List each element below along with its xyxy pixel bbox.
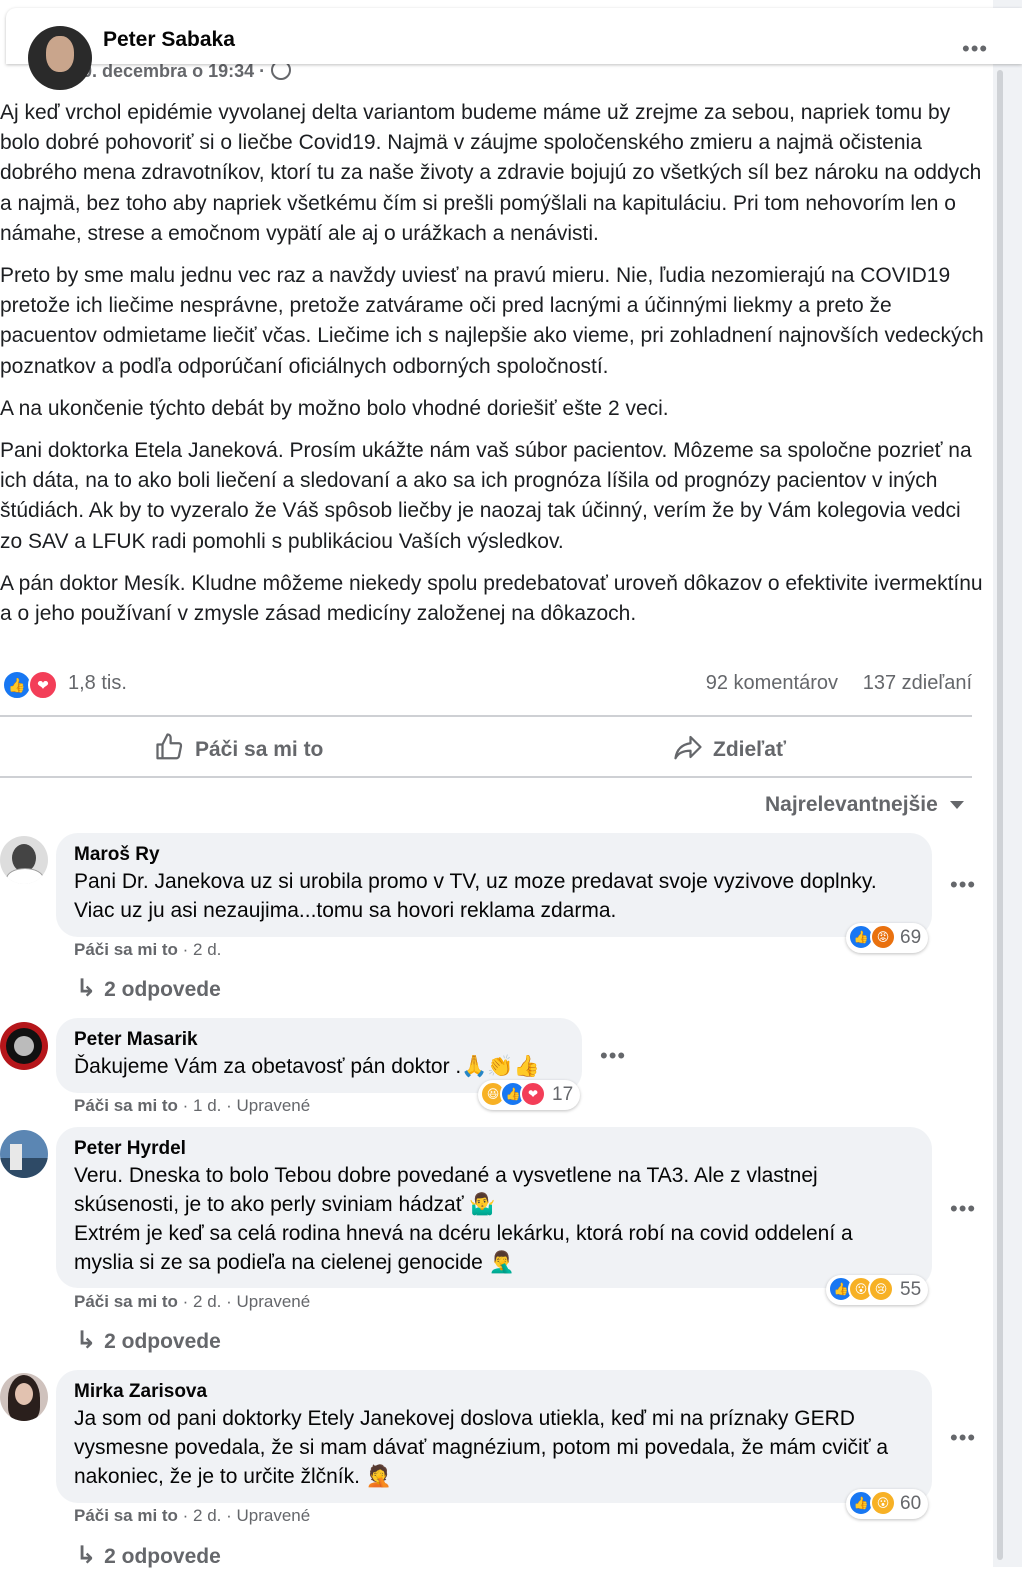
avatar-badge-center bbox=[14, 1036, 34, 1056]
comment-avatar[interactable] bbox=[0, 1022, 48, 1070]
haha-glyph: 😆 bbox=[486, 1087, 500, 1101]
comment-bubble: Maroš Ry Pani Dr. Janekova uz si urobila… bbox=[56, 833, 932, 937]
comment-author[interactable]: Peter Masarik bbox=[74, 1028, 564, 1052]
thumbs-up-icon bbox=[156, 733, 183, 760]
comments-count[interactable]: 92 komentárov bbox=[706, 672, 838, 695]
love-glyph: ❤ bbox=[527, 1087, 539, 1101]
comment-avatar[interactable] bbox=[0, 836, 48, 884]
like-button[interactable]: Páči sa mi to bbox=[155, 732, 323, 762]
view-replies-link[interactable]: ↳ 2 odpovede bbox=[76, 1326, 221, 1355]
like-glyph: 👍 bbox=[8, 677, 26, 693]
comment-meta: Páči sa mi to · 2 d. · Upravené bbox=[74, 1292, 310, 1312]
avatar-figure-body bbox=[6, 868, 44, 884]
comment-more-icon[interactable]: ••• bbox=[950, 1425, 976, 1451]
replies-label: 2 odpovede bbox=[104, 1545, 221, 1568]
sad-reaction-icon: 😢 bbox=[868, 1276, 894, 1302]
post-paragraph: Aj keď vrchol epidémie vyvolanej delta v… bbox=[0, 101, 982, 245]
post-body: Aj keď vrchol epidémie vyvolanej delta v… bbox=[0, 98, 985, 641]
reaction-count: 69 bbox=[900, 927, 922, 948]
chevron-down-icon bbox=[949, 801, 964, 809]
like-glyph: 👍 bbox=[505, 1087, 521, 1101]
comment-text: Ja som od pani doktorky Etely Janekovej … bbox=[74, 1407, 889, 1488]
comment-like-link[interactable]: Páči sa mi to bbox=[74, 1096, 178, 1115]
comment-avatar[interactable] bbox=[0, 1130, 48, 1178]
more-options-icon[interactable]: ••• bbox=[962, 36, 988, 62]
comment-meta: Páči sa mi to · 1 d. · Upravené bbox=[74, 1096, 310, 1116]
comment-meta-text: · 1 d. · Upravené bbox=[177, 1096, 311, 1115]
author-name[interactable]: Peter Sabaka bbox=[103, 28, 235, 52]
comment-reactions[interactable]: 👍 😮 60 bbox=[846, 1489, 928, 1519]
wow-glyph: 😮 bbox=[876, 1496, 890, 1510]
timestamp-text[interactable]: 10. decembra o 19:34 · bbox=[72, 61, 265, 81]
comment-more-icon[interactable]: ••• bbox=[950, 872, 976, 898]
view-replies-link[interactable]: ↳ 2 odpovede bbox=[76, 1541, 221, 1570]
sad-glyph: 😢 bbox=[874, 1282, 888, 1296]
comment-more-icon[interactable]: ••• bbox=[600, 1043, 626, 1069]
comment-bubble: Peter Hyrdel Veru. Dneska to bolo Tebou … bbox=[56, 1127, 932, 1288]
like-glyph: 👍 bbox=[833, 1282, 849, 1296]
avatar-figure bbox=[10, 1144, 22, 1170]
reply-arrow-icon: ↳ bbox=[76, 1327, 97, 1354]
view-replies-link[interactable]: ↳ 2 odpovede bbox=[76, 974, 221, 1003]
comment-meta-text: · 2 d. bbox=[177, 940, 222, 959]
scrollbar[interactable] bbox=[997, 70, 1003, 1560]
reactions-count[interactable]: 1,8 tis. bbox=[68, 672, 127, 695]
comment-more-icon[interactable]: ••• bbox=[950, 1196, 976, 1222]
reaction-count: 17 bbox=[552, 1084, 574, 1105]
comment-meta-text: · 2 d. · Upravené bbox=[177, 1292, 311, 1311]
like-glyph: 👍 bbox=[853, 1496, 869, 1510]
comment-author[interactable]: Maroš Ry bbox=[74, 843, 914, 867]
shares-count[interactable]: 137 zdieľaní bbox=[863, 672, 972, 695]
comment-like-link[interactable]: Páči sa mi to bbox=[74, 1506, 178, 1525]
comment-text: Ďakujeme Vám za obetavosť pán doktor .🙏👏… bbox=[74, 1055, 540, 1078]
comment-reactions[interactable]: 👍 😮 😢 55 bbox=[826, 1275, 928, 1305]
post-paragraph: Preto by sme malu jednu vec raz a navždy… bbox=[0, 264, 984, 378]
love-reaction-icon[interactable]: ❤ bbox=[28, 670, 58, 700]
avatar-face bbox=[46, 36, 74, 72]
love-reaction-icon: ❤ bbox=[520, 1081, 546, 1107]
post-paragraph: A pán doktor Mesík. Kludne môžeme nieked… bbox=[0, 571, 983, 626]
angry-glyph: 😡 bbox=[876, 930, 890, 944]
love-glyph: ❤ bbox=[37, 677, 49, 693]
replies-label: 2 odpovede bbox=[104, 978, 221, 1001]
divider bbox=[0, 776, 972, 778]
comment-meta-text: · 2 d. · Upravené bbox=[177, 1506, 311, 1525]
wow-reaction-icon: 😮 bbox=[870, 1490, 896, 1516]
replies-label: 2 odpovede bbox=[104, 1330, 221, 1353]
comment-author[interactable]: Peter Hyrdel bbox=[74, 1137, 914, 1161]
comment-reactions[interactable]: 👍 😡 69 bbox=[846, 923, 928, 953]
share-arrow-icon bbox=[674, 735, 702, 760]
reply-arrow-icon: ↳ bbox=[76, 1542, 97, 1569]
post-paragraph: Pani doktorka Etela Janeková. Prosím uká… bbox=[0, 439, 972, 553]
comment-meta: Páči sa mi to · 2 d. · Upravené bbox=[74, 1506, 310, 1526]
reaction-count: 60 bbox=[900, 1493, 922, 1514]
comment-text: Pani Dr. Janekova uz si urobila promo v … bbox=[74, 870, 877, 922]
share-button-label: Zdieľať bbox=[713, 738, 786, 761]
divider bbox=[0, 715, 972, 717]
reaction-count: 55 bbox=[900, 1279, 922, 1300]
post-reactions-row: 👍 ❤ 1,8 tis. 92 komentárov 137 zdieľaní bbox=[0, 668, 972, 702]
like-glyph: 👍 bbox=[853, 930, 869, 944]
post-paragraph: A na ukončenie týchto debát by možno bol… bbox=[0, 396, 669, 420]
comment-text: Veru. Dneska to bolo Tebou dobre povedan… bbox=[74, 1164, 818, 1216]
comment-author[interactable]: Mirka Zarisova bbox=[74, 1380, 914, 1404]
comment-like-link[interactable]: Páči sa mi to bbox=[74, 1292, 178, 1311]
share-button[interactable]: Zdieľať bbox=[673, 732, 786, 762]
comment-avatar[interactable] bbox=[0, 1373, 48, 1421]
comment-meta: Páči sa mi to · 2 d. bbox=[74, 940, 221, 960]
sort-dropdown[interactable]: Najrelevantnejšie bbox=[765, 793, 964, 817]
comment-reactions[interactable]: 😆 👍 ❤ 17 bbox=[478, 1080, 580, 1110]
comment-text: Extrém je keď sa celá rodina hnevá na dc… bbox=[74, 1222, 853, 1274]
author-avatar[interactable] bbox=[28, 26, 92, 90]
avatar-landscape bbox=[0, 1158, 48, 1178]
like-button-label: Páči sa mi to bbox=[195, 738, 324, 761]
wow-glyph: 😮 bbox=[854, 1282, 868, 1296]
avatar-face bbox=[15, 1383, 33, 1405]
comment-bubble: Mirka Zarisova Ja som od pani doktorky E… bbox=[56, 1370, 932, 1503]
sort-label: Najrelevantnejšie bbox=[765, 793, 938, 816]
reply-arrow-icon: ↳ bbox=[76, 975, 97, 1002]
comment-like-link[interactable]: Páči sa mi to bbox=[74, 940, 178, 959]
angry-reaction-icon: 😡 bbox=[870, 924, 896, 950]
